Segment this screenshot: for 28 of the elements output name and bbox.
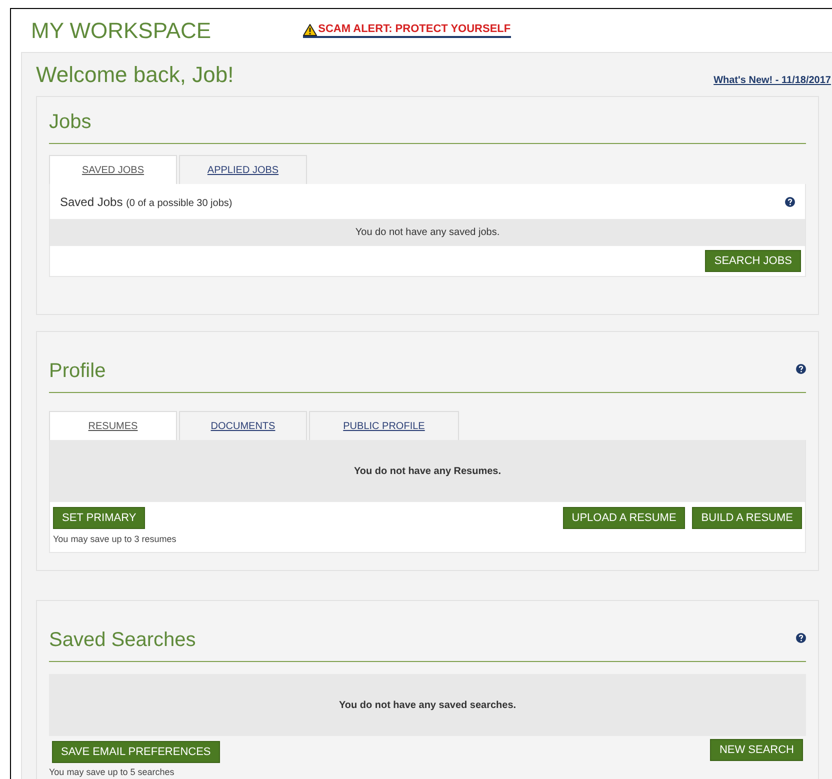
action-button[interactable]: UPLOAD A RESUME (562, 507, 686, 529)
section-title: Jobs (49, 110, 92, 135)
whats-new-link[interactable]: What's New! - 11/18/2017 (714, 73, 831, 88)
note-text: You may save up to 3 resumes (52, 533, 178, 546)
list-title: Saved Jobs (0 of a possible 30 jobs) (60, 194, 232, 210)
help-icon[interactable] (796, 633, 806, 643)
tab[interactable]: APPLIED JOBS (179, 155, 307, 184)
action-button[interactable]: SAVE EMAIL PREFERENCES (52, 741, 220, 763)
alert-link[interactable]: SCAM ALERT: PROTECT YOURSELF (303, 23, 511, 38)
empty-message: You do not have any saved searches. (49, 674, 806, 736)
tab[interactable]: DOCUMENTS (179, 411, 307, 440)
tab[interactable]: RESUMES (49, 411, 177, 440)
action-button[interactable]: SET PRIMARY (53, 507, 146, 529)
welcome-heading: Welcome back, Job! (36, 61, 234, 89)
action-button[interactable]: BUILD A RESUME (692, 507, 802, 529)
help-icon[interactable] (785, 196, 795, 206)
empty-message: You do not have any saved jobs. (50, 219, 805, 246)
tab[interactable]: PUBLIC PROFILE (309, 411, 459, 440)
section-title: Saved Searches (49, 628, 196, 653)
note-text: You may save up to 5 searches (49, 766, 176, 779)
help-icon[interactable] (796, 364, 806, 374)
warning-icon (303, 24, 318, 36)
section-title: Profile (49, 359, 106, 384)
tab[interactable]: SAVED JOBS (49, 155, 177, 184)
empty-message: You do not have any Resumes. (50, 440, 805, 502)
action-button[interactable]: NEW SEARCH (710, 739, 803, 761)
page-title: MY WORKSPACE (31, 17, 212, 45)
action-button[interactable]: SEARCH JOBS (705, 250, 801, 272)
